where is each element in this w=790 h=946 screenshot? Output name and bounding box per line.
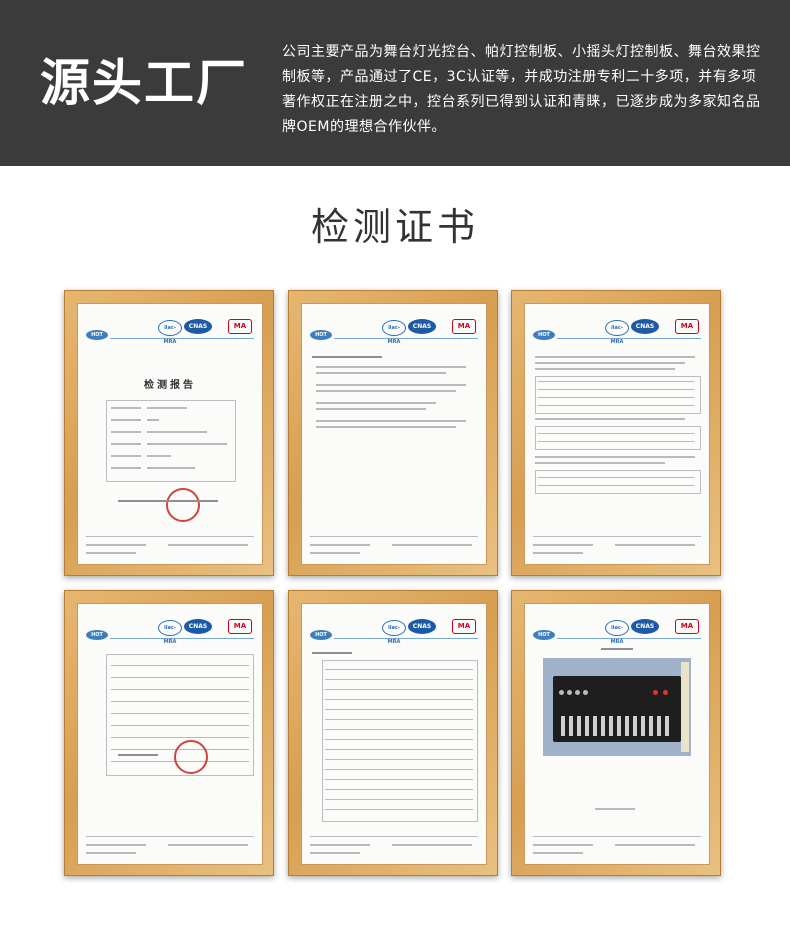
hot-logo: HOT [533, 330, 555, 340]
ilac-logo: ilac-MRA [158, 320, 182, 345]
certificate-frame-4[interactable]: HOT ilac-MRA CNAS MA [64, 590, 274, 876]
cnas-logo: CNAS [408, 319, 436, 334]
ma-logo: MA [228, 619, 252, 634]
cnas-logo: CNAS [631, 619, 659, 634]
results-table [535, 426, 701, 450]
certificate-header: HOT ilac-MRA CNAS MA [533, 616, 701, 645]
hot-logo: HOT [86, 330, 108, 340]
ilac-logo: ilac-MRA [382, 320, 406, 345]
ma-logo: MA [675, 619, 699, 634]
certificate-header: HOT ilac-MRA CNAS MA [310, 616, 478, 645]
certificate-header: HOT ilac-MRA CNAS MA [533, 316, 701, 345]
cnas-logo: CNAS [408, 619, 436, 634]
ma-logo: MA [452, 619, 476, 634]
certificate-header: HOT ilac-MRA CNAS MA [86, 316, 254, 345]
banner-description: 公司主要产品为舞台灯光控台、帕灯控制板、小摇头灯控制板、舞台效果控制板等，产品通… [282, 44, 761, 135]
cnas-logo: CNAS [184, 319, 212, 334]
certificate-frame-5[interactable]: HOT ilac-MRA CNAS MA [288, 590, 498, 876]
certificate-paper: HOT ilac-MRA CNAS MA [301, 603, 487, 865]
report-heading: 检测报告 [144, 380, 196, 391]
dmx-controller-image [553, 676, 681, 742]
certificate-paper: HOT ilac-MRA CNAS MA [524, 603, 710, 865]
product-photo [543, 658, 691, 756]
certificate-frame-2[interactable]: HOT ilac-MRA CNAS MA [288, 290, 498, 576]
certificate-header: HOT ilac-MRA CNAS MA [86, 616, 254, 645]
ilac-logo: ilac-MRA [605, 620, 629, 645]
banner-title: 源头工厂 [40, 54, 248, 112]
cnas-logo: CNAS [631, 319, 659, 334]
certificate-paper: HOT ilac-MRA CNAS MA [301, 303, 487, 565]
ma-logo: MA [228, 319, 252, 334]
hot-logo: HOT [310, 330, 332, 340]
certificate-paper: HOT ilac-MRA CNAS MA [77, 603, 263, 865]
top-banner: 源头工厂 公司主要产品为舞台灯光控台、帕灯控制板、小摇头灯控制板、舞台效果控制板… [0, 0, 790, 166]
certificate-header: HOT ilac-MRA CNAS MA [310, 316, 478, 345]
ruler [681, 662, 689, 752]
official-seal [174, 740, 208, 774]
ma-logo: MA [452, 319, 476, 334]
hot-logo: HOT [533, 630, 555, 640]
ilac-logo: ilac-MRA [605, 320, 629, 345]
ilac-logo: ilac-MRA [158, 620, 182, 645]
ilac-logo: ilac-MRA [382, 620, 406, 645]
certificate-paper: HOT ilac-MRA CNAS MA [524, 303, 710, 565]
certificate-frame-6[interactable]: HOT ilac-MRA CNAS MA [511, 590, 721, 876]
official-seal [166, 488, 200, 522]
hot-logo: HOT [86, 630, 108, 640]
results-table [535, 470, 701, 494]
ma-logo: MA [675, 319, 699, 334]
hot-logo: HOT [310, 630, 332, 640]
certificate-paper: HOT ilac-MRA CNAS MA 检测报告 [77, 303, 263, 565]
certificate-frame-1[interactable]: HOT ilac-MRA CNAS MA 检测报告 [64, 290, 274, 576]
info-table [106, 400, 236, 482]
section-title: 检测证书 [310, 205, 479, 249]
results-table [535, 376, 701, 414]
certificate-frame-3[interactable]: HOT ilac-MRA CNAS MA [511, 290, 721, 576]
cnas-logo: CNAS [184, 619, 212, 634]
test-results-table [322, 660, 478, 822]
